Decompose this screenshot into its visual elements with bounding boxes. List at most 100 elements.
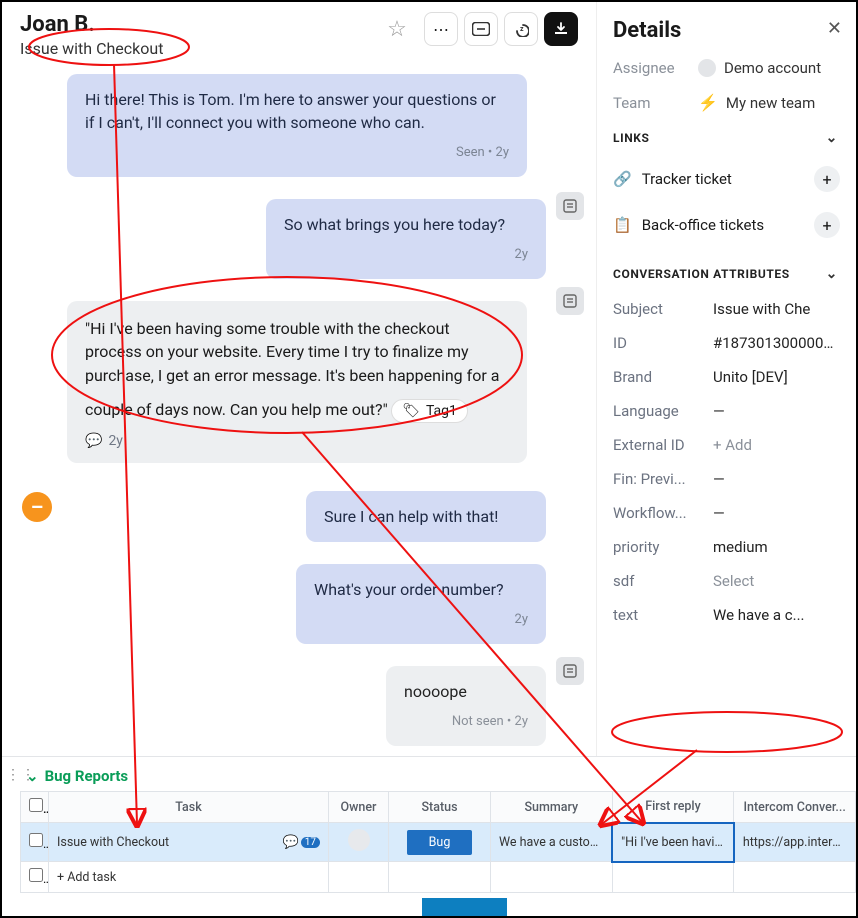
group-title: Bug Reports (45, 767, 129, 785)
message-text: Sure I can help with that! (324, 507, 498, 526)
message-text: What's your order number? (314, 580, 504, 599)
backoffice-label: Back-office tickets (642, 216, 764, 234)
customer-message-card[interactable]: "Hi I've been having some trouble with t… (67, 301, 527, 463)
message: What's your order number? 2y (296, 564, 546, 644)
select-all-checkbox[interactable] (29, 798, 43, 812)
attr-text[interactable]: textWe have a c... (613, 598, 840, 632)
col-intercom[interactable]: Intercom Conver... (734, 792, 856, 823)
contact-name: Joan B. (20, 12, 163, 37)
attr-sdf[interactable]: sdfSelect (613, 564, 840, 598)
ticket-button[interactable] (464, 12, 498, 46)
message-text: Hi there! This is Tom. I'm here to answe… (85, 90, 496, 132)
message-bubble[interactable]: What's your order number? 2y (296, 564, 546, 644)
message-bubble[interactable]: So what brings you here today? 2y (266, 199, 546, 279)
attr-external-id[interactable]: External ID+ Add (613, 428, 840, 462)
details-title: Details (613, 18, 840, 43)
tracker-icon: 🔗 (613, 170, 632, 188)
row-checkbox[interactable] (29, 868, 43, 882)
assignee-label: Assignee (613, 59, 698, 77)
tag-chip[interactable]: 🏷 Tag1 (391, 399, 468, 423)
add-backoffice-button[interactable]: + (814, 212, 840, 238)
table-row[interactable]: Issue with Checkout 💬 17 Bug We have a c… (21, 823, 856, 862)
message: noooope Not seen • 2y (386, 666, 546, 746)
attr-priority[interactable]: prioritymedium (613, 530, 840, 564)
more-button[interactable]: ⋯ (424, 12, 458, 46)
attr-id[interactable]: ID#18730130000000 (613, 326, 840, 360)
message-footer: 💬 2y (85, 433, 509, 449)
bolt-icon: ⚡ (698, 93, 718, 112)
add-tracker-button[interactable]: + (814, 166, 840, 192)
team-row[interactable]: Team ⚡ My new team (613, 93, 840, 112)
message-bubble[interactable]: Hi there! This is Tom. I'm here to answe… (67, 74, 527, 177)
attr-brand[interactable]: BrandUnito [DEV] (613, 360, 840, 394)
assignee-row[interactable]: Assignee Demo account (613, 59, 840, 77)
minus-badge-icon[interactable]: – (22, 492, 52, 522)
col-first-reply[interactable]: First reply (612, 792, 734, 823)
col-status[interactable]: Status (389, 792, 491, 823)
table-header-row: Task Owner Status Summary First reply In… (21, 792, 856, 823)
links-section-header[interactable]: LINKS ⌄ (613, 130, 840, 146)
col-summary[interactable]: Summary (491, 792, 613, 823)
checkbox-header[interactable] (21, 792, 49, 823)
attributes-label: CONVERSATION ATTRIBUTES (613, 267, 790, 281)
cell-intercom-link[interactable]: https://app.interco... (734, 823, 856, 862)
message-bubble[interactable]: noooope Not seen • 2y (386, 666, 546, 746)
cell-first-reply[interactable]: "Hi I've been having... (612, 823, 734, 862)
message-meta: 2y (314, 611, 528, 630)
attributes-section-header[interactable]: CONVERSATION ATTRIBUTES ⌄ (613, 266, 840, 282)
add-task-row[interactable]: + Add task (21, 862, 856, 893)
chat-icon: 💬 (283, 835, 299, 850)
team-value: My new team (726, 94, 815, 112)
backoffice-ticket-row: 📋 Back-office tickets + (613, 202, 840, 248)
svg-text:z: z (520, 25, 524, 33)
tracker-label: Tracker ticket (642, 170, 732, 188)
close-icon[interactable]: ✕ (827, 18, 842, 39)
message: Sure I can help with that! (306, 491, 546, 542)
tag-label: Tag1 (426, 403, 457, 419)
links-label: LINKS (613, 131, 650, 145)
message-meta: 2y (108, 433, 123, 449)
drag-handle-icon[interactable]: ⋮⋮ (6, 767, 36, 783)
message-text: noooope (404, 682, 467, 701)
add-task-cell[interactable]: + Add task (49, 862, 329, 893)
clipboard-icon: 📋 (613, 216, 632, 234)
bug-reports-table: Task Owner Status Summary First reply In… (20, 791, 856, 893)
chevron-down-icon: ⌄ (826, 130, 838, 146)
conversation-body: Hi there! This is Tom. I'm here to answe… (2, 62, 596, 756)
note-icon[interactable] (556, 192, 584, 220)
reply-icon: 💬 (85, 433, 102, 449)
note-icon[interactable] (556, 657, 584, 685)
cell-summary[interactable]: We have a custome... (491, 823, 613, 862)
bug-reports-pane: ⋮⋮ ⌄ Bug Reports Task Owner Status Summa… (2, 756, 856, 916)
note-icon[interactable] (556, 287, 584, 315)
message-bubble[interactable]: Sure I can help with that! (306, 491, 546, 542)
close-conversation-button[interactable] (544, 12, 578, 46)
star-icon[interactable]: ☆ (380, 12, 414, 46)
group-header[interactable]: ⌄ Bug Reports (26, 767, 856, 785)
status-summary-bar (422, 898, 507, 916)
attr-language[interactable]: Language— (613, 394, 840, 428)
owner-avatar[interactable] (348, 829, 370, 851)
status-pill[interactable]: Bug (407, 830, 473, 855)
conversation-subject: Issue with Checkout (20, 39, 163, 58)
assignee-value: Demo account (724, 59, 821, 77)
avatar (698, 59, 716, 77)
row-checkbox[interactable] (29, 833, 43, 847)
chat-badge[interactable]: 💬 17 (283, 835, 320, 850)
snooze-button[interactable]: z (504, 12, 538, 46)
attr-fin[interactable]: Fin: Previ...— (613, 462, 840, 496)
col-task[interactable]: Task (49, 792, 329, 823)
attr-workflow[interactable]: Workflow...— (613, 496, 840, 530)
conversation-header: Joan B. Issue with Checkout ☆ ⋯ z (2, 2, 596, 62)
chevron-down-icon: ⌄ (826, 266, 838, 282)
message: So what brings you here today? 2y (266, 199, 546, 279)
message: Hi there! This is Tom. I'm here to answe… (67, 74, 527, 177)
attr-subject[interactable]: SubjectIssue with Che (613, 292, 840, 326)
task-name: Issue with Checkout (57, 835, 169, 850)
conversation-pane: Joan B. Issue with Checkout ☆ ⋯ z Hi the… (2, 2, 596, 756)
team-label: Team (613, 94, 698, 112)
details-sidebar: Details ✕ Assignee Demo account Team ⚡ My… (596, 2, 856, 756)
tracker-ticket-row: 🔗 Tracker ticket + (613, 156, 840, 202)
message-text: So what brings you here today? (284, 215, 505, 234)
col-owner[interactable]: Owner (329, 792, 389, 823)
